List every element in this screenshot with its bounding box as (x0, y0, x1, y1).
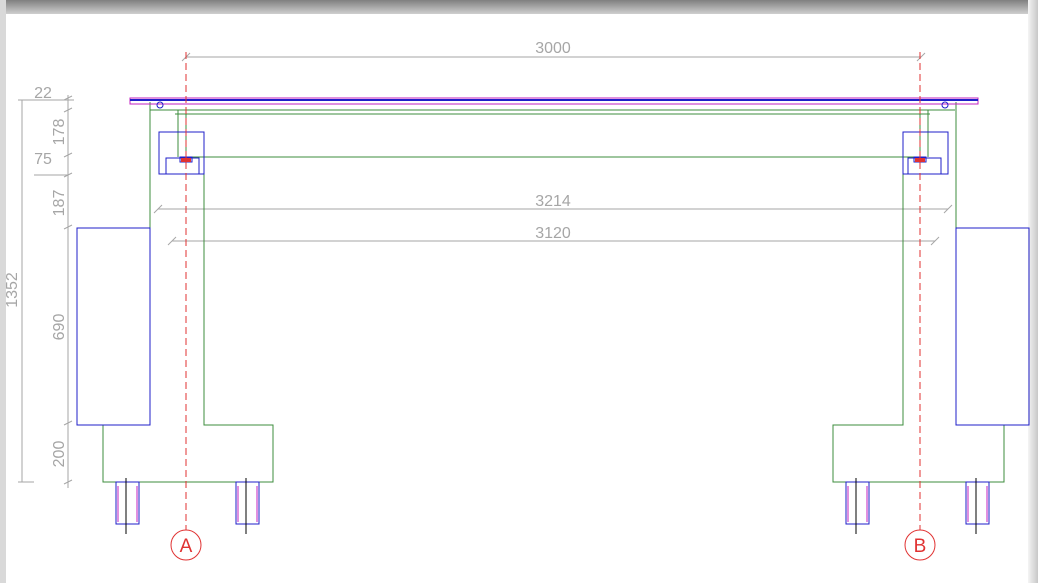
axis-label-a: A (180, 536, 193, 557)
dim-187: 187 (51, 190, 68, 217)
drawing-viewport: A B 3000 3214 3120 22 75 1352 178 187 69… (0, 0, 1038, 583)
dim-3214: 3214 (535, 193, 571, 210)
concrete-outlines (102, 102, 1005, 483)
pile-2 (235, 481, 260, 525)
dim-690: 690 (51, 314, 68, 341)
dim-22: 22 (34, 85, 52, 102)
right-deck-joint (941, 101, 949, 109)
dim-178: 178 (51, 119, 68, 146)
left-deck-joint (156, 101, 164, 109)
right-backfill-block (955, 227, 1030, 426)
dim-1352: 1352 (4, 272, 21, 308)
bridge-section-drawing: A B 3000 3214 3120 22 75 1352 178 187 69… (4, 40, 1030, 561)
right-bearing-pad (915, 158, 925, 162)
dimension-lines (18, 52, 953, 488)
blocks (76, 131, 1030, 525)
dim-75: 75 (34, 151, 52, 168)
pile-1 (115, 481, 140, 525)
dim-3120: 3120 (535, 225, 571, 242)
dim-200: 200 (51, 441, 68, 468)
left-backfill-block (76, 227, 151, 426)
deck-slab (129, 97, 979, 109)
axis-label-b: B (914, 536, 927, 557)
pile-4 (965, 481, 990, 525)
dim-3000: 3000 (535, 40, 571, 57)
pile-details (117, 486, 988, 522)
axis-lines (185, 52, 921, 530)
left-bearing-pad (181, 158, 191, 162)
pile-3 (845, 481, 870, 525)
